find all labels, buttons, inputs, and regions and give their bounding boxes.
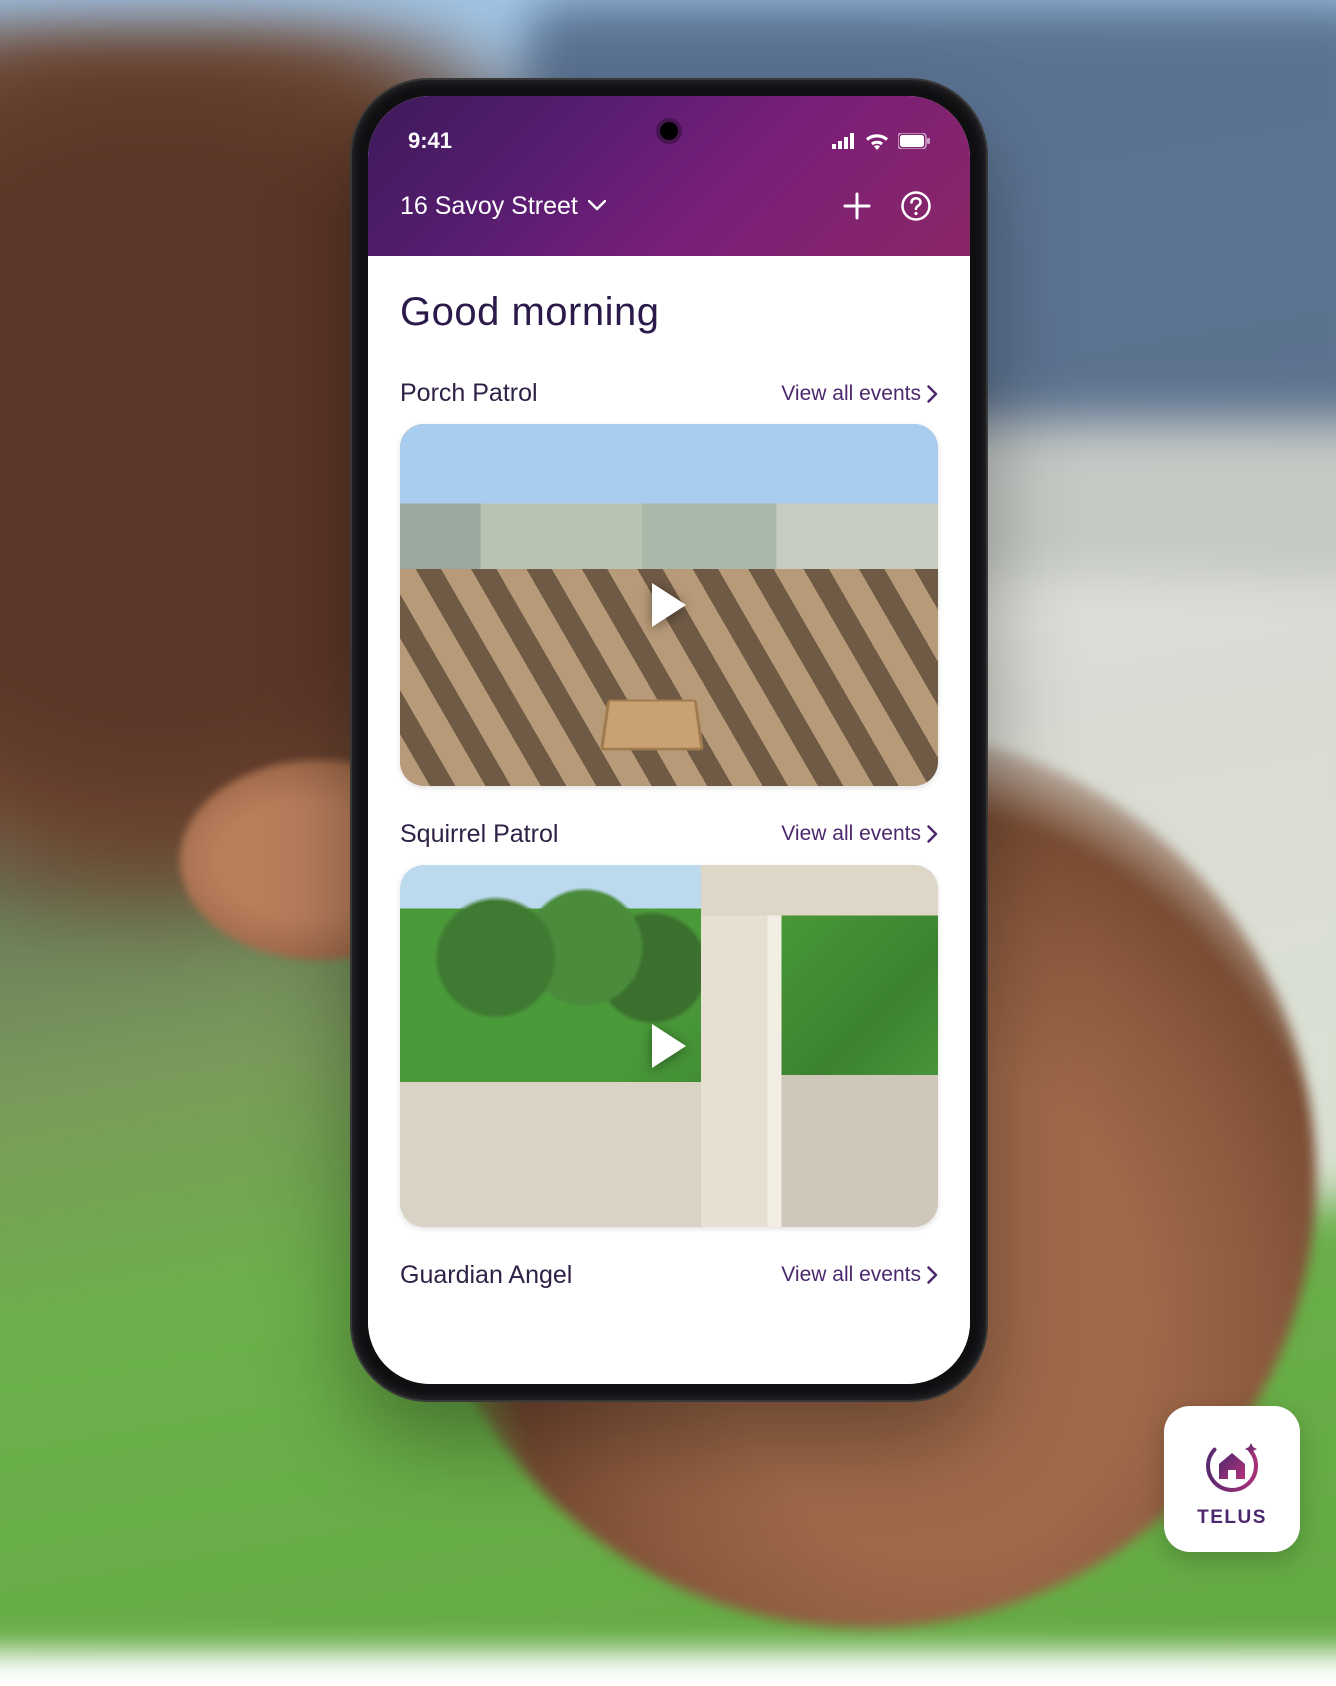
phone-camera-hole xyxy=(660,122,678,140)
chevron-right-icon xyxy=(927,825,938,843)
telus-logo-card: TELUS xyxy=(1164,1406,1300,1552)
camera-title: Guardian Angel xyxy=(400,1261,572,1290)
battery-icon xyxy=(898,133,930,149)
greeting-heading: Good morning xyxy=(400,290,938,335)
play-icon xyxy=(652,583,686,627)
content-area: Good morning Porch Patrol View all event… xyxy=(368,256,970,1384)
phone-frame: 9:41 16 Savoy Street xyxy=(352,80,986,1400)
view-all-label: View all events xyxy=(781,1263,921,1287)
chevron-down-icon xyxy=(588,200,606,212)
camera-title: Squirrel Patrol xyxy=(400,820,558,849)
status-time: 9:41 xyxy=(408,128,452,154)
camera-title: Porch Patrol xyxy=(400,379,538,408)
telus-home-icon xyxy=(1197,1429,1267,1499)
phone-screen: 9:41 16 Savoy Street xyxy=(368,96,970,1384)
location-label: 16 Savoy Street xyxy=(400,192,578,221)
camera-section: Guardian Angel View all events xyxy=(400,1261,938,1290)
chevron-right-icon xyxy=(927,385,938,403)
app-header: 9:41 16 Savoy Street xyxy=(368,96,970,256)
wifi-icon xyxy=(865,132,889,150)
camera-section: Squirrel Patrol View all events xyxy=(400,820,938,1227)
view-all-events-link[interactable]: View all events xyxy=(781,1263,938,1287)
nav-bar: 16 Savoy Street xyxy=(400,190,938,222)
chevron-right-icon xyxy=(927,1266,938,1284)
add-button[interactable] xyxy=(842,191,872,221)
telus-brand-label: TELUS xyxy=(1197,1507,1267,1529)
view-all-label: View all events xyxy=(781,822,921,846)
play-icon xyxy=(652,1024,686,1068)
view-all-label: View all events xyxy=(781,382,921,406)
camera-thumbnail[interactable] xyxy=(400,424,938,786)
view-all-events-link[interactable]: View all events xyxy=(781,382,938,406)
view-all-events-link[interactable]: View all events xyxy=(781,822,938,846)
cellular-signal-icon xyxy=(832,133,856,149)
camera-section: Porch Patrol View all events xyxy=(400,379,938,786)
location-selector[interactable]: 16 Savoy Street xyxy=(400,192,606,221)
help-button[interactable] xyxy=(900,190,932,222)
camera-thumbnail[interactable] xyxy=(400,865,938,1227)
